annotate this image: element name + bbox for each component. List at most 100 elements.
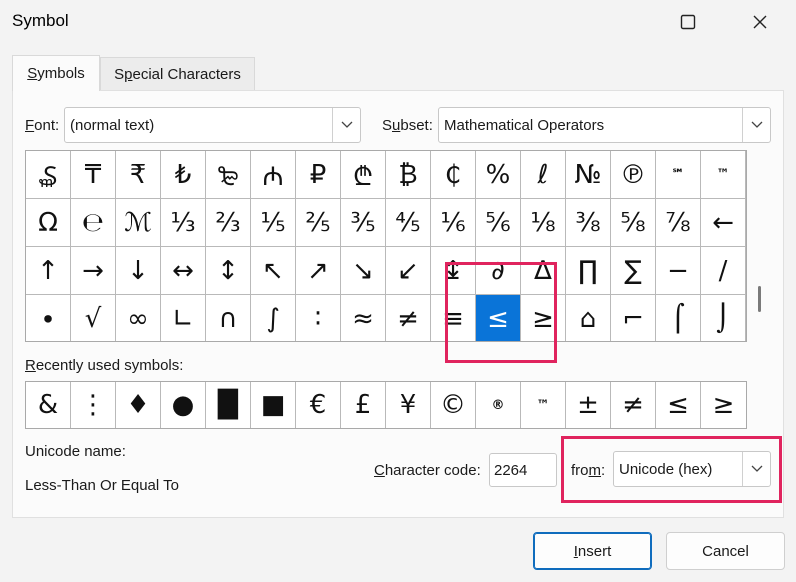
symbol-cell[interactable]: ↨ [431,247,476,295]
chevron-down-icon [742,452,770,486]
symbol-cell[interactable]: ← [701,199,746,247]
subset-select[interactable]: Mathematical Operators [438,107,771,143]
recent-symbol-cell[interactable]: € [296,382,341,428]
recent-symbol-cell[interactable]: ■ [251,382,296,428]
symbol-cell[interactable]: ↙ [386,247,431,295]
symbol-cell[interactable]: ₺ [161,151,206,199]
symbol-cell[interactable]: ℓ [521,151,566,199]
font-label: Font: [25,117,60,134]
recent-symbol-cell[interactable]: ≠ [611,382,656,428]
symbol-cell[interactable]: ⅓ [161,199,206,247]
symbol-cell[interactable]: ≤ [476,295,521,341]
symbol-cell[interactable]: ⅞ [656,199,701,247]
symbol-cell[interactable]: ₿ [386,151,431,199]
character-code-input[interactable]: 2264 [489,453,557,487]
symbol-cell[interactable]: ≠ [386,295,431,341]
from-label: from: [571,462,606,479]
symbol-cell[interactable]: ₷ [26,151,71,199]
symbol-cell[interactable]: ℮ [71,199,116,247]
symbol-cell[interactable]: ∏ [566,247,611,295]
symbol-cell[interactable]: ⅙ [431,199,476,247]
symbol-cell[interactable]: ↑ [26,247,71,295]
symbol-cell[interactable]: ⌂ [566,295,611,341]
symbol-cell[interactable]: ₸ [71,151,116,199]
symbol-cell[interactable]: ↓ [116,247,161,295]
symbol-cell[interactable]: ↕ [206,247,251,295]
symbol-cell[interactable]: ↔ [161,247,206,295]
symbol-cell[interactable]: ⅛ [521,199,566,247]
symbol-cell[interactable]: Ω [26,199,71,247]
cancel-button[interactable]: Cancel [666,532,785,570]
maximize-button[interactable] [664,0,712,44]
recent-symbol-cell[interactable]: ¥ [386,382,431,428]
recent-symbol-cell[interactable]: ♦ [116,382,161,428]
symbol-cell[interactable]: ≈ [341,295,386,341]
scrollbar-thumb[interactable] [758,286,761,312]
recent-symbol-cell[interactable]: ≤ [656,382,701,428]
symbol-cell[interactable]: ⅘ [386,199,431,247]
recent-symbol-cell[interactable]: ® [476,382,521,428]
symbol-cell[interactable]: ⅖ [296,199,341,247]
symbol-cell[interactable]: ℳ [116,199,161,247]
symbol-cell[interactable]: ⅜ [566,199,611,247]
symbol-cell[interactable]: ↘ [341,247,386,295]
symbol-cell[interactable]: ∩ [206,295,251,341]
symbol-cell[interactable]: ₵ [431,151,476,199]
symbol-cell[interactable]: % [476,151,521,199]
symbol-cell[interactable]: ℠ [656,151,701,199]
symbol-cell[interactable]: ∆ [521,247,566,295]
symbol-cell[interactable]: ∕ [701,247,746,295]
symbol-cell[interactable]: ⌠ [656,295,701,341]
recent-symbol-cell[interactable]: ⋮ [71,382,116,428]
symbol-cell[interactable]: ₾ [341,151,386,199]
font-select[interactable]: (normal text) [64,107,361,143]
symbol-cell[interactable]: ∞ [116,295,161,341]
symbol-cell[interactable]: ≥ [521,295,566,341]
tab-symbols[interactable]: Symbols [12,55,100,91]
from-select[interactable]: Unicode (hex) [613,451,771,487]
symbol-cell[interactable]: ⌡ [701,295,746,341]
symbol-cell[interactable]: ∑ [611,247,656,295]
tab-special-characters[interactable]: Special Characters [100,57,255,90]
symbol-cell[interactable]: ₻ [206,151,251,199]
recent-symbol-cell[interactable]: & [26,382,71,428]
window-title: Symbol [12,11,69,30]
recent-symbol-cell[interactable]: £ [341,382,386,428]
recent-symbol-cell[interactable]: ≥ [701,382,746,428]
recent-symbol-cell[interactable]: ± [566,382,611,428]
symbol-cell[interactable]: ∫ [251,295,296,341]
symbol-cell[interactable]: ∟ [161,295,206,341]
symbol-cell[interactable]: ⅔ [206,199,251,247]
recent-symbol-cell[interactable]: © [431,382,476,428]
symbol-cell[interactable]: ⅗ [341,199,386,247]
symbol-cell[interactable]: ⌐ [611,295,656,341]
symbol-cell[interactable]: √ [71,295,116,341]
symbol-grid-scrollbar[interactable] [748,150,770,342]
symbol-cell[interactable]: № [566,151,611,199]
recent-symbol-cell[interactable]: ● [161,382,206,428]
symbol-cell[interactable]: ↖ [251,247,296,295]
close-window-button[interactable] [736,0,784,44]
from-select-value: Unicode (hex) [619,460,713,478]
symbol-cell[interactable]: ∂ [476,247,521,295]
recent-symbols-row: & ⋮ ♦ ● █ ■ € £ ¥ © ® ™ ± ≠ ≤ ≥ [25,381,747,429]
symbol-cell[interactable]: ₽ [296,151,341,199]
recent-symbol-cell[interactable]: ™ [521,382,566,428]
symbol-cell[interactable]: ⅕ [251,199,296,247]
symbol-cell[interactable]: ™ [701,151,746,199]
symbol-cell[interactable]: ₹ [116,151,161,199]
tab-symbols-label: Symbols [27,65,85,82]
symbol-cell[interactable]: ⅚ [476,199,521,247]
symbol-cell[interactable]: − [656,247,701,295]
insert-button[interactable]: Insert [533,532,652,570]
symbol-cell[interactable]: ↗ [296,247,341,295]
symbol-cell[interactable]: ∶ [296,295,341,341]
symbol-cell[interactable]: ≡ [431,295,476,341]
symbol-grid: ₷ ₸ ₹ ₺ ₻ ₼ ₽ ₾ ₿ ₵% ℓ № ℗ ℠ ™ Ω ℮ ℳ ⅓ ⅔ ⅕ ⅖ ⅗ ⅘ ⅙ ⅚ ⅛ ⅜ ⅝ ⅞ ← ↑ → ↓ ↔ ↕ ↖ ↗ ↘… [25,150,747,342]
symbol-cell[interactable]: ℗ [611,151,656,199]
symbol-cell[interactable]: ₼ [251,151,296,199]
symbol-cell[interactable]: → [71,247,116,295]
symbol-cell[interactable]: ⅝ [611,199,656,247]
symbol-cell[interactable]: ∙ [26,295,71,341]
recent-symbol-cell[interactable]: █ [206,382,251,428]
